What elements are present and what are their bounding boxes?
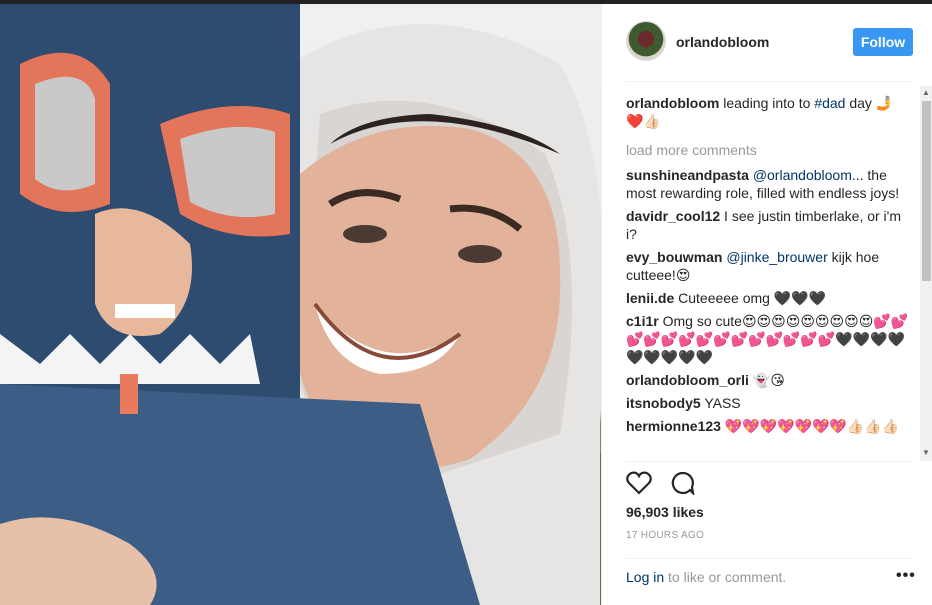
actions-divider — [626, 461, 913, 462]
user-avatar[interactable] — [626, 21, 666, 61]
login-prompt: Log in to like or comment. — [626, 569, 786, 585]
list-item: lenii.de Cuteeeee omg 🖤🖤🖤 — [626, 289, 912, 307]
follow-button[interactable]: Follow — [853, 28, 913, 56]
comment-username[interactable]: evy_bouwman — [626, 249, 722, 265]
login-text: to like or comment. — [668, 569, 787, 585]
post-username[interactable]: orlandobloom — [676, 34, 769, 50]
comment-username[interactable]: davidr_cool12 — [626, 208, 720, 224]
caption-emoji: 🤳 — [875, 95, 894, 111]
comment-text: YASS — [704, 395, 741, 411]
comment-username[interactable]: c1i1r — [626, 313, 659, 329]
list-item: hermionne123 💖💖💖💖💖💖💖👍🏻👍🏻👍🏻 — [626, 417, 912, 435]
login-link[interactable]: Log in — [626, 569, 664, 585]
hashtag-link[interactable]: #dad — [814, 95, 845, 111]
comment-username[interactable]: hermionne123 — [626, 418, 721, 434]
caption-tail: day — [849, 95, 872, 111]
comment-text: 👻😘 — [752, 372, 785, 388]
more-options-icon[interactable]: ••• — [896, 567, 916, 585]
likes-count[interactable]: 96,903 likes — [626, 504, 704, 520]
post-photo[interactable] — [0, 4, 601, 605]
list-item: itsnobody5 YASS — [626, 394, 912, 412]
load-more-comments-link[interactable]: load more comments — [626, 141, 912, 159]
comment-username[interactable]: lenii.de — [626, 290, 674, 306]
comment-mention[interactable]: @jinke_brouwer — [726, 249, 827, 265]
photo-illustration — [0, 4, 601, 605]
scroll-up-icon[interactable]: ▲ — [922, 88, 930, 97]
list-item: c1i1r Omg so cute😍😍😍😍😍😍😍😍😍💕💕💕💕💕💕💕💕💕💕💕💕💕💕… — [626, 312, 912, 366]
list-item: davidr_cool12 I see justin timberlake, o… — [626, 207, 912, 243]
header-divider — [626, 81, 913, 82]
scrollbar-thumb[interactable] — [922, 101, 931, 281]
comment-username[interactable]: sunshineandpasta — [626, 167, 749, 183]
list-item: evy_bouwman @jinke_brouwer kijk hoe cutt… — [626, 248, 912, 284]
post-actions — [626, 471, 710, 497]
comment-mention[interactable]: @orlandobloom — [753, 167, 852, 183]
list-item: orlandobloom_orli 👻😘 — [626, 371, 912, 389]
list-item: sunshineandpasta @orlandobloom... the mo… — [626, 166, 912, 202]
comment-icon[interactable] — [670, 471, 696, 500]
comments-scrollbar[interactable]: ▲ ▼ — [920, 86, 932, 461]
comment-text: Cuteeeee omg 🖤🖤🖤 — [678, 290, 827, 306]
caption-text: leading into to — [723, 95, 811, 111]
heart-icon[interactable] — [626, 471, 652, 500]
caption: orlandobloom leading into to #dad day 🤳 … — [626, 94, 912, 130]
caption-emoji-line: ❤️👍🏻 — [626, 113, 661, 129]
caption-username[interactable]: orlandobloom — [626, 95, 719, 111]
comment-text: 💖💖💖💖💖💖💖👍🏻👍🏻👍🏻 — [724, 418, 900, 434]
comment-username[interactable]: orlandobloom_orli — [626, 372, 749, 388]
comment-text: Omg so cute😍😍😍😍😍😍😍😍😍💕💕💕💕💕💕💕💕💕💕💕💕💕💕🖤🖤🖤🖤🖤🖤… — [626, 313, 909, 365]
post-side-panel: orlandobloom Follow orlandobloom leading… — [601, 4, 932, 605]
scroll-down-icon[interactable]: ▼ — [922, 448, 930, 457]
comment-username[interactable]: itsnobody5 — [626, 395, 701, 411]
footer-divider — [626, 558, 913, 559]
post-header: orlandobloom Follow — [602, 4, 932, 82]
comments-list: orlandobloom leading into to #dad day 🤳 … — [626, 94, 912, 460]
post-timestamp: 17 HOURS AGO — [626, 530, 705, 541]
